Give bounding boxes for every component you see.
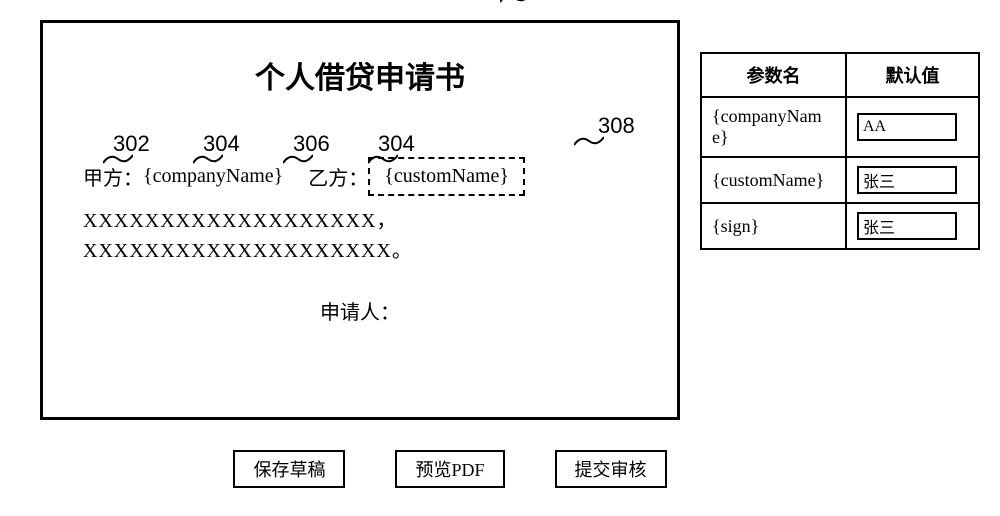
parameter-table: 参数名 默认值 {companyName} {customName} {sign…: [700, 52, 980, 250]
table-row: {sign}: [701, 203, 979, 249]
submit-review-button[interactable]: 提交审核: [555, 450, 667, 488]
action-buttons: 保存草稿 预览PDF 提交审核: [0, 450, 980, 488]
preview-pdf-button[interactable]: 预览PDF: [395, 450, 504, 488]
table-row: {companyName}: [701, 97, 979, 157]
party-b-value-box[interactable]: {customName}: [368, 157, 525, 196]
callout-304a: 304: [203, 131, 240, 157]
party-b-label: 乙方：: [308, 168, 368, 190]
body-line-2: XXXXXXXXXXXXXXXXXXXX。: [83, 236, 637, 266]
param-name-cell: {sign}: [701, 203, 846, 249]
param-header-default: 默认值: [846, 53, 979, 97]
param-header-name: 参数名: [701, 53, 846, 97]
document-body: XXXXXXXXXXXXXXXXXXX， XXXXXXXXXXXXXXXXXXX…: [83, 206, 637, 266]
param-name-cell: {companyName}: [701, 97, 846, 157]
party-a-label: 甲方：: [83, 168, 143, 190]
save-draft-button[interactable]: 保存草稿: [233, 450, 345, 488]
param-value-input[interactable]: [857, 166, 957, 194]
callout-308: 308: [598, 113, 635, 139]
parties-line: 甲方：{companyName} 乙方：{customName}: [83, 157, 637, 196]
party-a-value: {companyName}: [143, 165, 283, 187]
param-value-input[interactable]: [857, 212, 957, 240]
param-name-cell: {customName}: [701, 157, 846, 203]
param-value-input[interactable]: [857, 113, 957, 141]
document-title: 个人借贷申请书: [83, 53, 637, 97]
body-line-1: XXXXXXXXXXXXXXXXXXX，: [83, 206, 637, 236]
callout-302: 302: [113, 131, 150, 157]
applicant-label: 申请人：: [83, 296, 637, 325]
table-row: {customName}: [701, 157, 979, 203]
document-panel: 302 304 306 304 308 个人借贷申请书 甲方：{companyN…: [40, 20, 680, 420]
callout-306: 306: [293, 131, 330, 157]
callout-304b: 304: [378, 131, 415, 157]
